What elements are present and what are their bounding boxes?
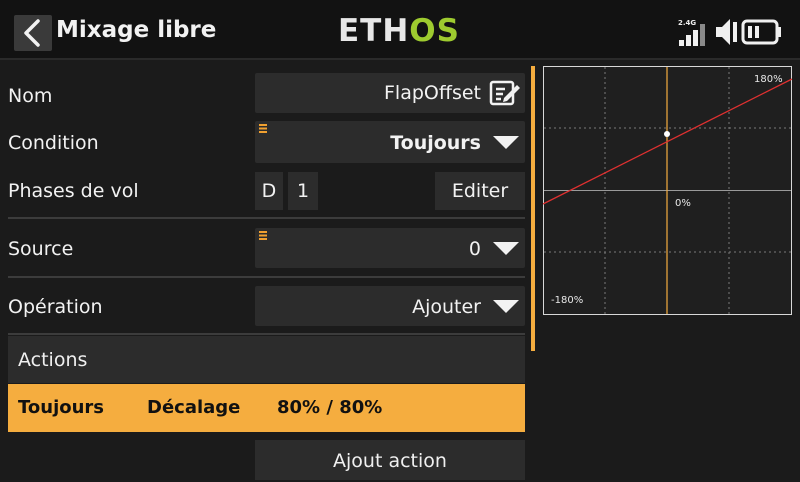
graph-top-label: 180%	[754, 74, 783, 85]
dropdown-arrow-icon	[493, 136, 519, 149]
graph-bottom-label: -180%	[551, 295, 583, 306]
condition-dropdown[interactable]: Toujours	[255, 121, 525, 163]
mix-curve-graph: 180% 0% -180%	[543, 66, 792, 315]
source-value: 0	[468, 238, 481, 260]
name-field[interactable]: FlapOffset	[255, 73, 525, 113]
dropdown-arrow-icon	[493, 242, 519, 255]
action-condition: Toujours	[18, 397, 105, 418]
scrollbar[interactable]	[531, 66, 535, 351]
curve-point-marker	[664, 131, 670, 137]
add-action-button[interactable]: Ajout action	[255, 440, 525, 480]
name-label: Nom	[8, 85, 53, 107]
operation-value: Ajouter	[412, 296, 481, 318]
signal-bars-icon	[679, 24, 705, 46]
chevron-left-icon	[24, 19, 40, 47]
source-label: Source	[8, 238, 74, 260]
operation-label: Opération	[8, 296, 103, 318]
actions-header: Actions	[8, 336, 525, 383]
modified-marker-icon	[259, 231, 267, 240]
divider	[8, 333, 525, 335]
actions-header-label: Actions	[18, 349, 88, 371]
condition-value: Toujours	[390, 132, 481, 154]
action-row[interactable]: Toujours Décalage 80% / 80%	[8, 384, 525, 432]
graph-center-label: 0%	[675, 198, 691, 209]
edit-flight-modes-button[interactable]: Editer	[435, 172, 525, 210]
rf-band-label: 2.4G	[678, 19, 696, 27]
flight-mode-chip[interactable]: D	[255, 172, 283, 210]
ethos-logo: ETHOS	[338, 13, 460, 49]
condition-label: Condition	[8, 132, 99, 154]
dropdown-arrow-icon	[493, 300, 519, 313]
page-title: Mixage libre	[56, 17, 217, 43]
action-type: Décalage	[147, 397, 241, 418]
status-icons: 2.4G	[678, 19, 781, 46]
flight-mode-chip[interactable]: 1	[288, 172, 318, 210]
source-dropdown[interactable]: 0	[255, 228, 525, 268]
divider	[8, 217, 525, 219]
battery-icon	[741, 19, 781, 45]
flight-modes-label: Phases de vol	[8, 180, 139, 202]
action-value: 80% / 80%	[277, 397, 383, 418]
speaker-icon	[716, 19, 737, 45]
back-button[interactable]	[14, 15, 52, 51]
operation-dropdown[interactable]: Ajouter	[255, 286, 525, 326]
divider	[8, 276, 525, 278]
modified-marker-icon	[259, 124, 267, 133]
name-value: FlapOffset	[384, 82, 481, 104]
edit-icon	[489, 80, 520, 106]
